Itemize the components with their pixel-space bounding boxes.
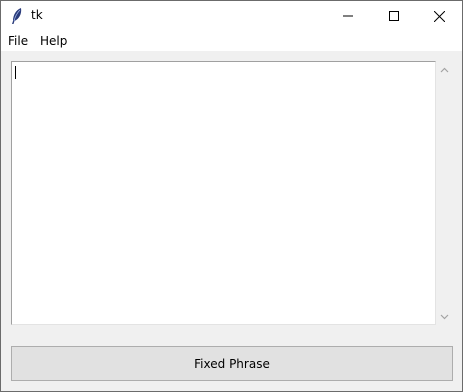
menu-file[interactable]: File (8, 34, 28, 48)
maximize-icon (389, 11, 399, 21)
close-button[interactable] (416, 1, 462, 31)
menu-bar: File Help (1, 31, 462, 51)
scroll-up-button[interactable] (436, 61, 453, 78)
feather-icon (10, 7, 24, 25)
text-caret (15, 66, 16, 79)
window-title: tk (31, 8, 43, 22)
scroll-down-button[interactable] (436, 308, 453, 325)
chevron-down-icon (440, 314, 449, 319)
close-icon (433, 10, 445, 22)
app-window: tk File Help Fixed Phrase (0, 0, 463, 392)
vertical-scrollbar[interactable] (436, 61, 453, 325)
text-editor[interactable] (11, 61, 436, 325)
fixed-phrase-button[interactable]: Fixed Phrase (11, 346, 453, 381)
maximize-button[interactable] (371, 1, 417, 31)
minimize-icon (343, 15, 353, 17)
title-bar[interactable]: tk (1, 1, 462, 31)
minimize-button[interactable] (325, 1, 371, 31)
menu-help[interactable]: Help (40, 34, 67, 48)
chevron-up-icon (440, 67, 449, 72)
